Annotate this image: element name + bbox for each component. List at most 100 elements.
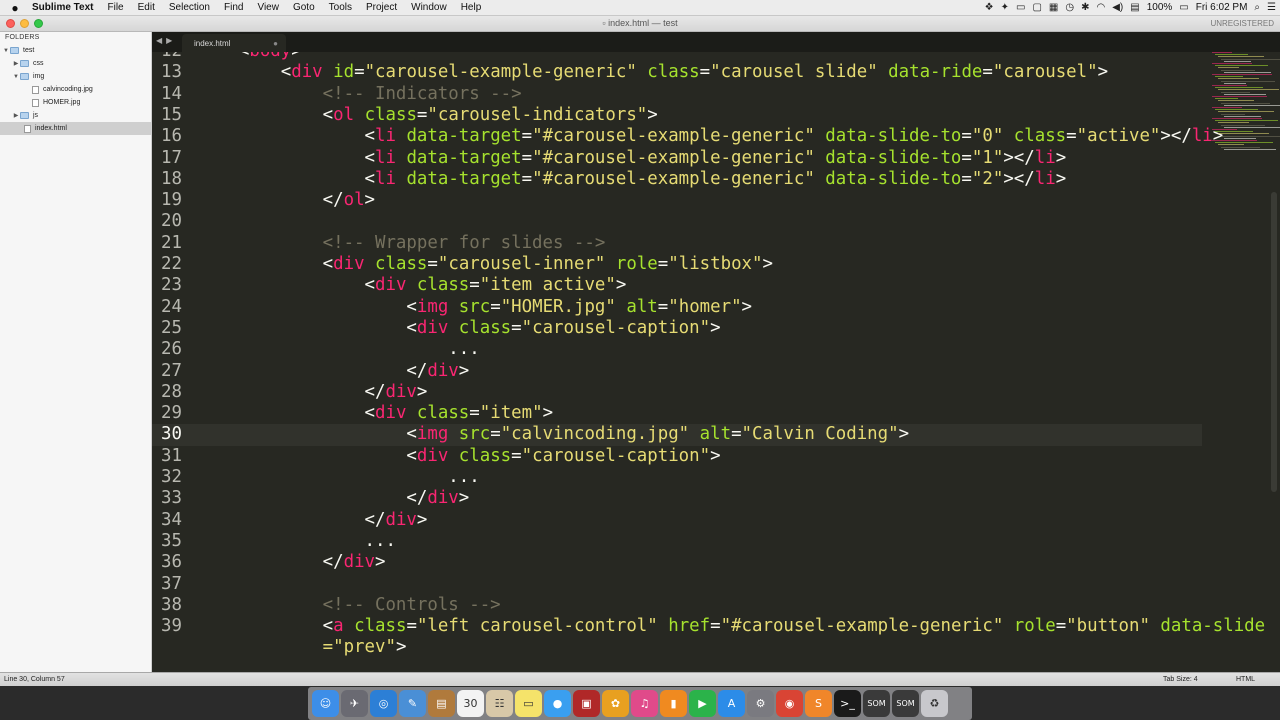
menu-help[interactable]: Help <box>454 2 489 13</box>
line-text[interactable]: <ol class="carousel-indicators"> <box>197 105 658 125</box>
line-text[interactable]: <div id="carousel-example-generic" class… <box>197 62 1108 82</box>
spotlight-icon[interactable]: ⌕ <box>1254 2 1260 13</box>
menu-edit[interactable]: Edit <box>131 2 162 13</box>
line-text[interactable]: </div> <box>197 382 428 402</box>
line-text[interactable]: <!-- Controls --> <box>197 595 501 615</box>
menu-tools[interactable]: Tools <box>322 2 359 13</box>
line-text[interactable]: </div> <box>197 361 469 381</box>
syntax-selector[interactable]: HTML <box>1236 676 1255 683</box>
code-line[interactable]: 14 <!-- Indicators --> <box>152 84 1202 105</box>
terminal-icon[interactable]: >_ <box>834 690 861 717</box>
flag-icon[interactable]: ▤ <box>1130 2 1139 13</box>
code-editor[interactable]: 12 <body>13 <div id="carousel-example-ge… <box>152 32 1280 672</box>
som-icon-2[interactable]: SOM <box>892 690 919 717</box>
finder-icon[interactable]: ☺ <box>312 690 339 717</box>
code-line[interactable]: 28 </div> <box>152 382 1202 403</box>
code-line[interactable]: 31 <div class="carousel-caption"> <box>152 446 1202 467</box>
code-line[interactable]: 18 <li data-target="#carousel-example-ge… <box>152 169 1202 190</box>
disclosure-closed-icon[interactable]: ▶ <box>12 60 20 67</box>
notes-icon[interactable]: ▤ <box>428 690 455 717</box>
code-line[interactable]: 16 <li data-target="#carousel-example-ge… <box>152 126 1223 147</box>
sublime-text-icon[interactable]: S <box>805 690 832 717</box>
trash-icon[interactable]: ♻ <box>921 690 948 717</box>
sidebar-item-homer-jpg[interactable]: HOMER.jpg <box>0 96 151 109</box>
system-preferences-icon[interactable]: ⚙ <box>747 690 774 717</box>
facetime-icon[interactable]: ▶ <box>689 690 716 717</box>
line-text[interactable]: ... <box>197 467 479 487</box>
sidebar-item-js[interactable]: ▶ js <box>0 109 151 122</box>
contacts-icon[interactable]: ☷ <box>486 690 513 717</box>
code-line[interactable]: 25 <div class="carousel-caption"> <box>152 318 1202 339</box>
messages-icon[interactable]: ● <box>544 690 571 717</box>
code-line[interactable]: 24 <img src="HOMER.jpg" alt="homer"> <box>152 297 1202 318</box>
menu-file[interactable]: File <box>101 2 131 13</box>
chrome-icon[interactable]: ◉ <box>776 690 803 717</box>
dropbox-icon[interactable]: ❖ <box>985 2 994 13</box>
photo-booth-icon[interactable]: ▣ <box>573 690 600 717</box>
menu-app-name[interactable]: Sublime Text <box>30 2 101 13</box>
volume-icon[interactable]: ◀) <box>1112 2 1123 13</box>
code-line[interactable]: 37 <box>152 574 1202 595</box>
line-text[interactable]: ... <box>197 531 396 551</box>
wifi-icon[interactable]: ◠ <box>1096 2 1105 13</box>
disclosure-open-icon[interactable]: ▼ <box>12 74 20 80</box>
time-machine-icon[interactable]: ◷ <box>1065 2 1074 13</box>
line-text[interactable]: <div class="carousel-inner" role="listbo… <box>197 254 773 274</box>
minimap[interactable] <box>1208 52 1280 162</box>
app-store-icon[interactable]: A <box>718 690 745 717</box>
battery-icon[interactable]: ▭ <box>1179 2 1188 13</box>
monitor-icon[interactable]: ▢ <box>1032 2 1041 13</box>
code-line[interactable]: 19 </ol> <box>152 190 1202 211</box>
launchpad-icon[interactable]: ✈ <box>341 690 368 717</box>
code-line[interactable]: 39 <a class="left carousel-control" href… <box>152 616 1265 637</box>
code-line[interactable]: 23 <div class="item active"> <box>152 275 1202 296</box>
code-line[interactable]: 32 ... <box>152 467 1202 488</box>
disclosure-closed-icon[interactable]: ▶ <box>12 112 20 119</box>
menu-project[interactable]: Project <box>359 2 404 13</box>
menu-goto[interactable]: Goto <box>286 2 322 13</box>
line-text[interactable]: ="prev"> <box>197 637 407 657</box>
line-text[interactable]: <!-- Indicators --> <box>197 84 522 104</box>
line-text[interactable]: <li data-target="#carousel-example-gener… <box>197 169 1067 189</box>
code-line[interactable]: 22 <div class="carousel-inner" role="lis… <box>152 254 1202 275</box>
tab-close-icon[interactable]: ● <box>273 39 278 48</box>
sidebar-item-test[interactable]: ▼ test <box>0 44 151 57</box>
bluetooth-icon[interactable]: ✱ <box>1081 2 1089 13</box>
sidebar-item-calvincoding-jpg[interactable]: calvincoding.jpg <box>0 83 151 96</box>
screen-icon[interactable]: ▭ <box>1016 2 1025 13</box>
line-text[interactable]: <div class="carousel-caption"> <box>197 318 720 338</box>
sidebar-item-index-html[interactable]: index.html <box>0 122 151 135</box>
sidebar-item-css[interactable]: ▶ css <box>0 57 151 70</box>
butterfly-icon[interactable]: ✦ <box>1001 2 1009 13</box>
code-line[interactable]: 21 <!-- Wrapper for slides --> <box>152 233 1202 254</box>
code-line[interactable]: 35 ... <box>152 531 1202 552</box>
line-text[interactable]: <div class="carousel-caption"> <box>197 446 720 466</box>
code-line[interactable]: 15 <ol class="carousel-indicators"> <box>152 105 1202 126</box>
line-text[interactable]: <div class="item active"> <box>197 275 627 295</box>
code-line[interactable]: 20 <box>152 211 1202 232</box>
menu-window[interactable]: Window <box>404 2 454 13</box>
notification-center-icon[interactable]: ☰ <box>1267 2 1276 13</box>
line-text[interactable]: ... <box>197 339 479 359</box>
line-text[interactable]: <img src="calvincoding.jpg" alt="Calvin … <box>197 424 909 444</box>
keyboard-icon[interactable]: ▦ <box>1049 2 1058 13</box>
ibooks-icon[interactable]: ▮ <box>660 690 687 717</box>
line-text[interactable]: <img src="HOMER.jpg" alt="homer"> <box>197 297 752 317</box>
line-text[interactable]: <a class="left carousel-control" href="#… <box>197 616 1266 636</box>
safari-icon[interactable]: ◎ <box>370 690 397 717</box>
code-line[interactable]: 33 </div> <box>152 488 1202 509</box>
menu-selection[interactable]: Selection <box>162 2 217 13</box>
vertical-scrollbar[interactable] <box>1271 192 1277 492</box>
tab-index-html[interactable]: index.html ● <box>182 34 286 52</box>
code-line[interactable]: 17 <li data-target="#carousel-example-ge… <box>152 148 1202 169</box>
line-text[interactable]: <!-- Wrapper for slides --> <box>197 233 606 253</box>
code-line[interactable]: 27 </div> <box>152 361 1202 382</box>
clock[interactable]: Fri 6:02 PM <box>1196 2 1248 13</box>
code-line[interactable]: 29 <div class="item"> <box>152 403 1202 424</box>
itunes-icon[interactable]: ♫ <box>631 690 658 717</box>
line-text[interactable]: </div> <box>197 552 386 572</box>
code-area[interactable]: 12 <body>13 <div id="carousel-example-ge… <box>152 41 1280 672</box>
disclosure-open-icon[interactable]: ▼ <box>2 48 10 54</box>
preview-icon[interactable]: ✎ <box>399 690 426 717</box>
menu-view[interactable]: View <box>250 2 286 13</box>
